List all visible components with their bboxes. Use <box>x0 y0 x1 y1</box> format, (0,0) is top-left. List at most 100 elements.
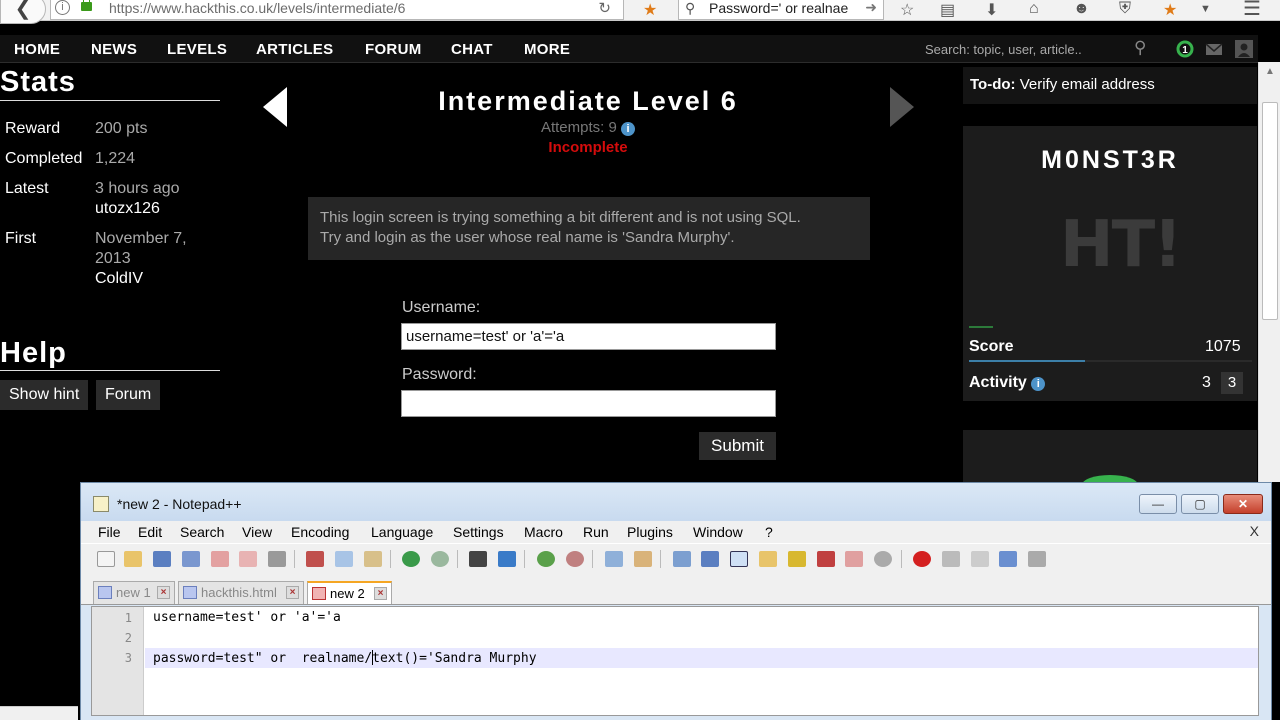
notepad-titlebar[interactable]: *new 2 - Notepad++ — ▢ ✕ <box>81 483 1271 521</box>
play-macro-icon[interactable] <box>971 551 989 567</box>
browser-search-input[interactable]: ⚲ Password=' or realnae ➜ <box>678 0 884 20</box>
nav-forum[interactable]: FORUM <box>365 41 422 58</box>
extension-icon[interactable]: ★ <box>643 0 657 20</box>
menu-view[interactable]: View <box>242 524 272 540</box>
text-editor[interactable]: 1 2 3 username=test' or 'a'='a password=… <box>91 606 1259 716</box>
print-icon[interactable] <box>268 551 286 567</box>
menu-encoding[interactable]: Encoding <box>291 524 349 540</box>
url-bar[interactable]: i https://www.hackthis.co.uk/levels/inte… <box>50 0 624 20</box>
previous-level-arrow-icon[interactable] <box>263 87 287 127</box>
username-input[interactable]: username=test' or 'a'='a <box>401 323 776 350</box>
scrollbar-thumb[interactable] <box>1262 102 1278 320</box>
chevron-down-icon[interactable]: ▼ <box>1200 3 1211 15</box>
run-macro-multiple-icon[interactable] <box>999 551 1017 567</box>
folder-workspace-icon[interactable] <box>845 551 863 567</box>
stat-first-user[interactable]: ColdIV <box>95 270 143 288</box>
undo-icon[interactable] <box>402 551 420 567</box>
menu-window[interactable]: Window <box>693 524 743 540</box>
info-icon[interactable]: i <box>55 0 70 15</box>
new-file-icon[interactable] <box>97 551 115 567</box>
mail-icon[interactable] <box>1205 40 1223 58</box>
close-button[interactable]: ✕ <box>1223 494 1263 514</box>
menu-help[interactable]: ? <box>765 524 773 540</box>
home-icon[interactable]: ⌂ <box>1029 0 1039 18</box>
search-icon[interactable]: ⚲ <box>1134 38 1146 58</box>
submit-button[interactable]: Submit <box>699 432 776 460</box>
nav-news[interactable]: NEWS <box>91 41 137 58</box>
menu-search[interactable]: Search <box>180 524 224 540</box>
menu-run[interactable]: Run <box>583 524 609 540</box>
zoom-out-icon[interactable] <box>566 551 584 567</box>
scroll-up-icon[interactable]: ▲ <box>1265 66 1275 77</box>
close-tab-icon[interactable]: × <box>374 587 387 600</box>
show-hint-button[interactable]: Show hint <box>0 380 89 410</box>
smiley-icon[interactable]: ☻ <box>1073 0 1090 18</box>
info-icon[interactable]: i <box>621 122 636 136</box>
horizontal-scrollbar[interactable] <box>0 706 78 720</box>
record-macro-icon[interactable] <box>913 551 931 567</box>
next-level-arrow-icon[interactable] <box>890 87 914 127</box>
nav-chat[interactable]: CHAT <box>451 41 493 58</box>
tab-hackthis-html[interactable]: hackthis.html × <box>178 581 304 604</box>
close-tab-icon[interactable]: × <box>157 586 170 599</box>
code-line-1[interactable]: username=test' or 'a'='a <box>153 610 341 625</box>
copy-icon[interactable] <box>335 551 353 567</box>
menu-macro[interactable]: Macro <box>524 524 563 540</box>
reading-list-icon[interactable]: ▤ <box>940 0 955 20</box>
zoom-in-icon[interactable] <box>537 551 555 567</box>
menu-plugins[interactable]: Plugins <box>627 524 673 540</box>
paste-icon[interactable] <box>364 551 382 567</box>
stop-macro-icon[interactable] <box>942 551 960 567</box>
close-tab-icon[interactable]: × <box>286 586 299 599</box>
monitoring-icon[interactable] <box>874 551 892 567</box>
reload-icon[interactable]: ↻ <box>598 0 611 17</box>
menu-file[interactable]: File <box>98 524 121 540</box>
open-file-icon[interactable] <box>124 551 142 567</box>
search-go-icon[interactable]: ➜ <box>865 0 877 16</box>
find-icon[interactable] <box>469 551 487 567</box>
user-icon[interactable] <box>1235 40 1253 58</box>
close-all-icon[interactable] <box>239 551 257 567</box>
word-wrap-icon[interactable] <box>673 551 691 567</box>
save-all-icon[interactable] <box>182 551 200 567</box>
close-file-icon[interactable] <box>211 551 229 567</box>
bookmark-star-icon[interactable]: ☆ <box>900 0 914 20</box>
maximize-button[interactable]: ▢ <box>1181 494 1219 514</box>
doc-map-icon[interactable] <box>788 551 806 567</box>
menu-icon[interactable]: ☰ <box>1243 0 1261 21</box>
download-icon[interactable]: ⬇ <box>985 0 998 20</box>
help-forum-button[interactable]: Forum <box>96 380 161 410</box>
menu-language[interactable]: Language <box>371 524 433 540</box>
tab-new-2[interactable]: new 2 × <box>307 581 392 604</box>
replace-icon[interactable] <box>498 551 516 567</box>
nav-home[interactable]: HOME <box>14 41 60 58</box>
notification-icon[interactable]: 1 <box>1176 40 1194 58</box>
save-macro-icon[interactable] <box>1028 551 1046 567</box>
show-all-chars-icon[interactable] <box>701 551 719 567</box>
nav-more[interactable]: MORE <box>524 41 570 58</box>
user-lang-icon[interactable] <box>759 551 777 567</box>
profile-username[interactable]: M0NST3R <box>963 146 1257 175</box>
nav-levels[interactable]: LEVELS <box>167 41 227 58</box>
password-input[interactable] <box>401 390 776 417</box>
minimize-button[interactable]: — <box>1139 494 1177 514</box>
site-search-input[interactable]: Search: topic, user, article.. ⚲ <box>918 35 1168 63</box>
todo-banner[interactable]: To-do: Verify email address <box>963 67 1257 104</box>
redo-icon[interactable] <box>431 551 449 567</box>
shield-icon[interactable]: ⛨ <box>1119 0 1131 18</box>
menu-edit[interactable]: Edit <box>138 524 162 540</box>
function-list-icon[interactable] <box>817 551 835 567</box>
stat-latest-user[interactable]: utozx126 <box>95 200 160 218</box>
save-icon[interactable] <box>153 551 171 567</box>
addon-icon[interactable]: ★ <box>1163 0 1177 20</box>
indent-guide-icon[interactable] <box>730 551 748 567</box>
cut-icon[interactable] <box>306 551 324 567</box>
tab-new-1[interactable]: new 1 × <box>93 581 175 604</box>
sync-vertical-icon[interactable] <box>605 551 623 567</box>
page-scrollbar[interactable]: ▲ <box>1258 62 1280 482</box>
menu-settings[interactable]: Settings <box>453 524 504 540</box>
info-icon[interactable]: i <box>1031 377 1046 391</box>
nav-articles[interactable]: ARTICLES <box>256 41 333 58</box>
close-document-icon[interactable]: X <box>1250 523 1259 539</box>
url-text[interactable]: https://www.hackthis.co.uk/levels/interm… <box>109 0 405 16</box>
